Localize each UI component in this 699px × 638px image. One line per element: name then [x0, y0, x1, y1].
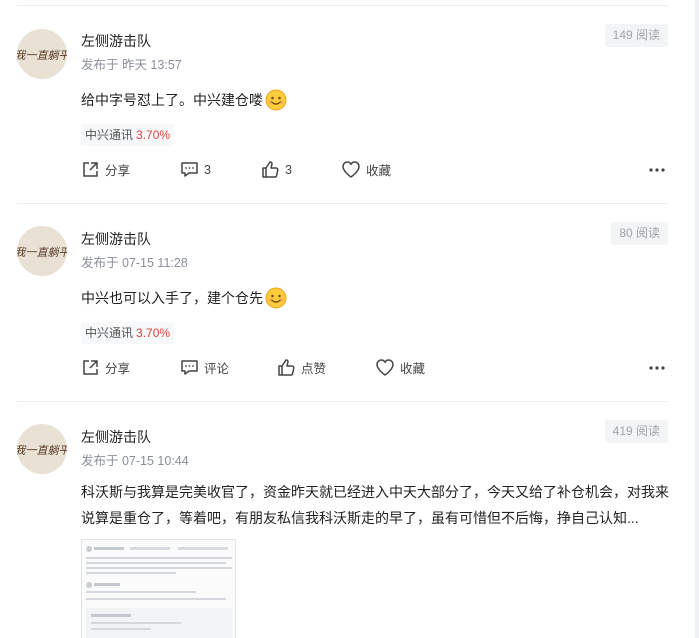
like-button[interactable]: 点赞 — [277, 358, 326, 377]
stock-tag[interactable]: 中兴通讯 3.70% — [81, 124, 175, 146]
stock-change: 3.70% — [136, 128, 171, 142]
avatar-signature: 我一直躺平 — [17, 49, 67, 62]
favorite-label: 收藏 — [400, 362, 426, 376]
stock-change: 3.70% — [136, 326, 171, 340]
share-icon — [83, 162, 98, 177]
heart-icon — [342, 161, 360, 178]
stock-name: 中兴通讯 — [85, 128, 134, 142]
author-name[interactable]: 左侧游击队 — [81, 229, 151, 249]
comment-icon — [181, 162, 198, 177]
post-text: 中兴也可以入手了，建个仓先 — [81, 290, 263, 306]
avatar-signature: 我一直躺平 — [17, 246, 67, 259]
screenshot-preview — [82, 540, 235, 638]
share-button[interactable]: 分享 — [81, 358, 130, 377]
stock-tag[interactable]: 中兴通讯 3.70% — [81, 322, 175, 344]
avatar[interactable]: 我一直躺平 — [17, 226, 67, 276]
divider — [17, 5, 667, 6]
post-timestamp: 发布于 07-15 11:28 — [81, 256, 188, 270]
like-count: 3 — [285, 162, 292, 177]
post-content[interactable]: 给中字号怼上了。中兴建仓喽 — [81, 89, 287, 117]
more-dots-icon — [649, 366, 665, 370]
view-count-badge: 419 阅读 — [604, 420, 668, 443]
post-timestamp: 发布于 昨天 13:57 — [81, 58, 182, 72]
divider — [17, 401, 667, 402]
thumbs-up-icon — [278, 359, 295, 376]
view-count-badge: 80 阅读 — [611, 222, 668, 245]
favorite-button[interactable]: 收藏 — [375, 358, 425, 377]
comment-label: 评论 — [204, 362, 230, 376]
author-name[interactable]: 左侧游击队 — [81, 427, 151, 447]
like-label: 点赞 — [301, 362, 327, 376]
scrollbar-track[interactable] — [695, 0, 699, 638]
more-options-button[interactable] — [648, 161, 666, 179]
comment-count: 3 — [204, 162, 211, 177]
more-dots-icon — [649, 168, 665, 172]
avatar[interactable]: 我一直躺平 — [17, 29, 67, 79]
share-icon — [83, 360, 98, 375]
post-text[interactable]: 科沃斯与我算是完美收官了，资金昨天就已经进入中天大部分了，今天又给了补仓机会，对… — [81, 479, 671, 531]
comment-icon — [181, 360, 198, 375]
avatar[interactable]: 我一直躺平 — [17, 424, 67, 474]
post-timestamp: 发布于 07-15 10:44 — [81, 454, 189, 468]
divider — [17, 203, 667, 204]
share-label: 分享 — [105, 164, 131, 178]
post-image-thumbnail[interactable] — [81, 539, 236, 638]
avatar-signature: 我一直躺平 — [17, 444, 67, 457]
share-button[interactable]: 分享 — [81, 160, 130, 179]
share-label: 分享 — [105, 362, 131, 376]
comment-button[interactable]: 3 — [180, 160, 211, 179]
thumbs-up-icon — [262, 161, 279, 178]
author-name[interactable]: 左侧游击队 — [81, 31, 151, 51]
post-text: 给中字号怼上了。中兴建仓喽 — [81, 92, 263, 108]
comment-button[interactable]: 评论 — [180, 358, 229, 377]
smile-emoji-icon — [265, 287, 287, 315]
favorite-label: 收藏 — [366, 164, 392, 178]
heart-icon — [376, 359, 394, 376]
stock-name: 中兴通讯 — [85, 326, 134, 340]
favorite-button[interactable]: 收藏 — [341, 160, 391, 179]
post-content[interactable]: 中兴也可以入手了，建个仓先 — [81, 287, 287, 315]
like-button[interactable]: 3 — [261, 160, 292, 179]
view-count-badge: 149 阅读 — [604, 24, 668, 47]
more-options-button[interactable] — [648, 359, 666, 377]
smile-emoji-icon — [265, 89, 287, 117]
